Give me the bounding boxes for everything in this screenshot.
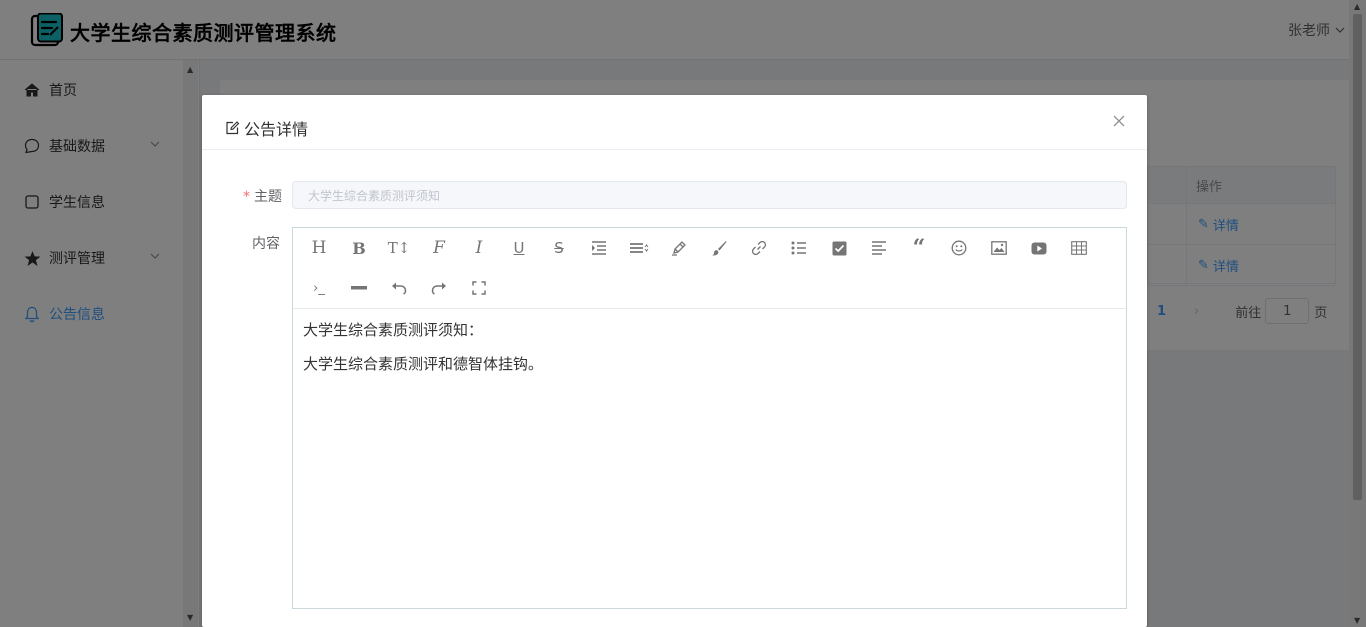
fullscreen-icon[interactable] xyxy=(467,276,491,300)
content-paragraph: 大学生综合素质测评和德智体挂钩。 xyxy=(303,355,544,373)
indent-icon[interactable] xyxy=(587,236,611,260)
content-paragraph: 大学生综合素质测评须知： xyxy=(303,321,484,339)
italic-icon[interactable]: I xyxy=(467,236,491,260)
close-icon[interactable] xyxy=(1111,113,1127,129)
undo-icon[interactable] xyxy=(387,276,411,300)
align-left-icon[interactable] xyxy=(867,236,891,260)
dialog-title: 公告详情 xyxy=(224,116,308,140)
subject-label: * 主题 xyxy=(243,186,282,206)
required-mark: * xyxy=(243,189,250,205)
redo-icon[interactable] xyxy=(427,276,451,300)
strikethrough-icon[interactable]: S xyxy=(547,236,571,260)
font-family-icon[interactable]: F xyxy=(427,236,451,260)
dialog-header: 公告详情 xyxy=(202,95,1147,150)
quote-icon[interactable]: “ xyxy=(907,235,931,261)
image-icon[interactable] xyxy=(987,236,1011,260)
checkbox-icon[interactable] xyxy=(827,236,851,260)
link-icon[interactable] xyxy=(747,236,771,260)
subject-input[interactable] xyxy=(292,181,1127,209)
unordered-list-icon[interactable] xyxy=(787,236,811,260)
rich-text-editor[interactable]: H B T↕ F I U S “ ›_ 大学生综合素质测评须知： 大学生综合素质… xyxy=(292,227,1127,609)
editor-toolbar: H B T↕ F I U S “ ›_ xyxy=(293,228,1126,309)
code-icon[interactable]: ›_ xyxy=(307,276,331,300)
heading-icon[interactable]: H xyxy=(307,236,331,260)
content-label: 内容 xyxy=(252,236,280,252)
highlight-pen-icon[interactable] xyxy=(667,236,691,260)
editor-content[interactable]: 大学生综合素质测评须知： 大学生综合素质测评和德智体挂钩。 xyxy=(303,320,1113,388)
underline-icon[interactable]: U xyxy=(507,236,531,260)
edit-icon xyxy=(226,121,240,135)
subject-label-text: 主题 xyxy=(254,189,282,205)
horizontal-rule-icon[interactable] xyxy=(347,276,371,300)
emoji-icon[interactable] xyxy=(947,236,971,260)
line-height-icon[interactable] xyxy=(627,236,651,260)
table-icon[interactable] xyxy=(1067,236,1091,260)
dialog-title-text: 公告详情 xyxy=(244,120,309,139)
brush-icon[interactable] xyxy=(707,236,731,260)
bold-icon[interactable]: B xyxy=(347,236,371,260)
font-size-icon[interactable]: T↕ xyxy=(387,236,411,260)
video-icon[interactable] xyxy=(1027,236,1051,260)
announcement-detail-dialog: 公告详情 *主题 内容 H B T↕ F I U S xyxy=(202,95,1147,627)
